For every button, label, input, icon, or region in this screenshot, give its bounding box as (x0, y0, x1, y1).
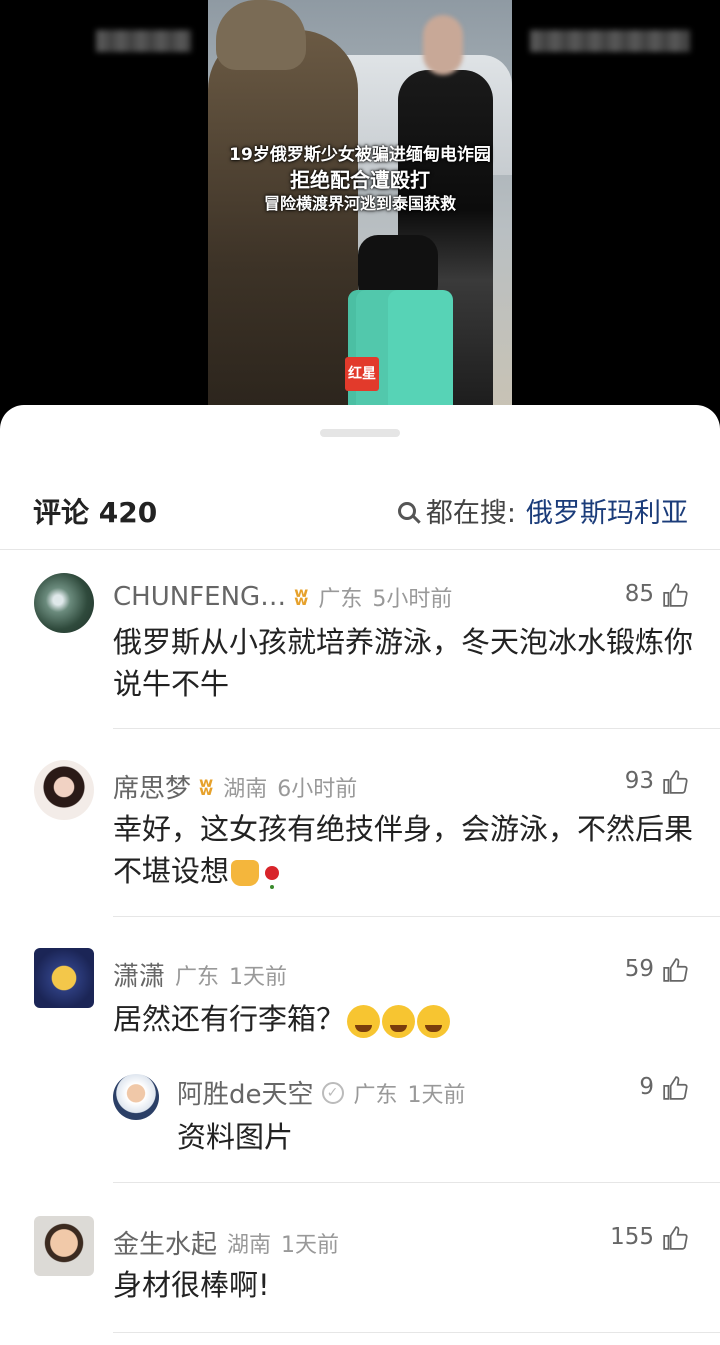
avatar[interactable] (113, 1074, 159, 1120)
praying-hands-emoji (231, 860, 260, 886)
like-count: 155 (610, 1224, 654, 1250)
search-keyword[interactable]: 俄罗斯玛利亚 (526, 491, 688, 530)
blurred-face (423, 15, 463, 75)
comment-body: 居然还有行李箱？ (113, 998, 693, 1040)
comments-sheet: 评论 420 都在搜: 俄罗斯玛利亚 CHUNFENG… ʬ 广东 5小时前 8… (0, 405, 720, 1345)
blurred-text-left (96, 30, 191, 52)
like-count: 59 (624, 956, 654, 982)
thumb-up-icon (662, 582, 688, 607)
helmet-shape (216, 0, 306, 70)
comment-location: 湖南 (223, 776, 268, 802)
comment-time: 1天前 (229, 964, 288, 990)
comment-body: 幸好，这女孩有绝技伴身，会游泳，不然后果不堪设想 (113, 808, 693, 892)
video-caption-3: 冒险横渡界河逃到泰国获救 (263, 194, 456, 213)
like-count: 9 (639, 1074, 654, 1100)
commenter-name[interactable]: 金生水起 (113, 1224, 217, 1261)
commenter-name[interactable]: CHUNFENG… (113, 582, 286, 612)
rose-emoji (265, 866, 280, 880)
reply-location: 广东 (353, 1082, 398, 1108)
avatar[interactable] (34, 1216, 94, 1276)
avatar[interactable] (34, 760, 94, 820)
divider (113, 1332, 720, 1333)
drag-handle[interactable] (320, 429, 400, 437)
comment-text: 居然还有行李箱？ (113, 1002, 346, 1036)
divider (0, 549, 720, 550)
comment-text: 幸好，这女孩有绝技伴身，会游泳，不然后果不堪设想 (113, 812, 694, 888)
like-button[interactable]: 9 (639, 1074, 688, 1100)
commenter-name[interactable]: 席思梦 (113, 768, 191, 805)
reply-time: 1天前 (407, 1082, 466, 1108)
commenter-name[interactable]: 潇潇 (113, 956, 165, 993)
laughing-crying-emoji (417, 1004, 451, 1038)
divider (113, 728, 720, 729)
replier-name[interactable]: 阿胜de天空 (177, 1074, 314, 1111)
news-logo: 红星 (345, 357, 379, 391)
blurred-text-right (530, 30, 690, 52)
comment-time: 1天前 (281, 1232, 340, 1258)
comment-location: 湖南 (227, 1232, 272, 1258)
video-player[interactable]: 19岁俄罗斯少女被骗进缅甸电诈园 拒绝配合遭殴打 冒险横渡界河逃到泰国获救 红星 (0, 0, 720, 420)
like-button[interactable]: 155 (610, 1224, 688, 1250)
divider (113, 916, 720, 917)
like-button[interactable]: 59 (624, 956, 688, 982)
like-button[interactable]: 93 (624, 768, 688, 794)
divider (113, 1182, 720, 1183)
avatar[interactable] (34, 573, 94, 633)
like-count: 85 (624, 581, 654, 607)
comment-location: 广东 (175, 964, 220, 990)
suitcase-shape (348, 290, 453, 420)
comment-text: 俄罗斯从小孩就培养游泳，冬天泡冰水锻炼你说牛不牛 (113, 625, 694, 701)
comment-time: 6小时前 (277, 776, 358, 802)
thumb-up-icon (662, 957, 688, 982)
video-caption-2: 拒绝配合遭殴打 (290, 168, 430, 192)
like-button[interactable]: 85 (624, 581, 688, 607)
video-caption-1: 19岁俄罗斯少女被骗进缅甸电诈园 (229, 145, 491, 165)
comment-time: 5小时前 (372, 587, 453, 612)
laughing-crying-emoji (382, 1004, 416, 1038)
comment-location: 广东 (318, 587, 363, 612)
search-prefix: 都在搜: (425, 498, 516, 529)
thumb-up-icon (662, 1075, 688, 1100)
thumb-up-icon (662, 769, 688, 794)
video-frame: 19岁俄罗斯少女被骗进缅甸电诈园 拒绝配合遭殴打 冒险横渡界河逃到泰国获救 红星 (208, 0, 512, 420)
comment-text: 身材很棒啊! (113, 1268, 270, 1302)
verified-icon: ✓ (321, 1081, 344, 1104)
vip-badge-icon: ʬ (294, 583, 309, 611)
vip-badge-icon: ʬ (199, 772, 214, 801)
comments-count: 评论 420 (33, 496, 158, 529)
search-icon (397, 501, 416, 520)
avatar[interactable] (34, 948, 94, 1008)
reply-text: 资料图片 (177, 1120, 294, 1154)
laughing-crying-emoji (347, 1004, 381, 1038)
officer-figure (208, 30, 358, 420)
trending-search[interactable]: 都在搜: 俄罗斯玛利亚 (397, 491, 688, 530)
like-count: 93 (624, 768, 654, 794)
thumb-up-icon (662, 1225, 688, 1250)
